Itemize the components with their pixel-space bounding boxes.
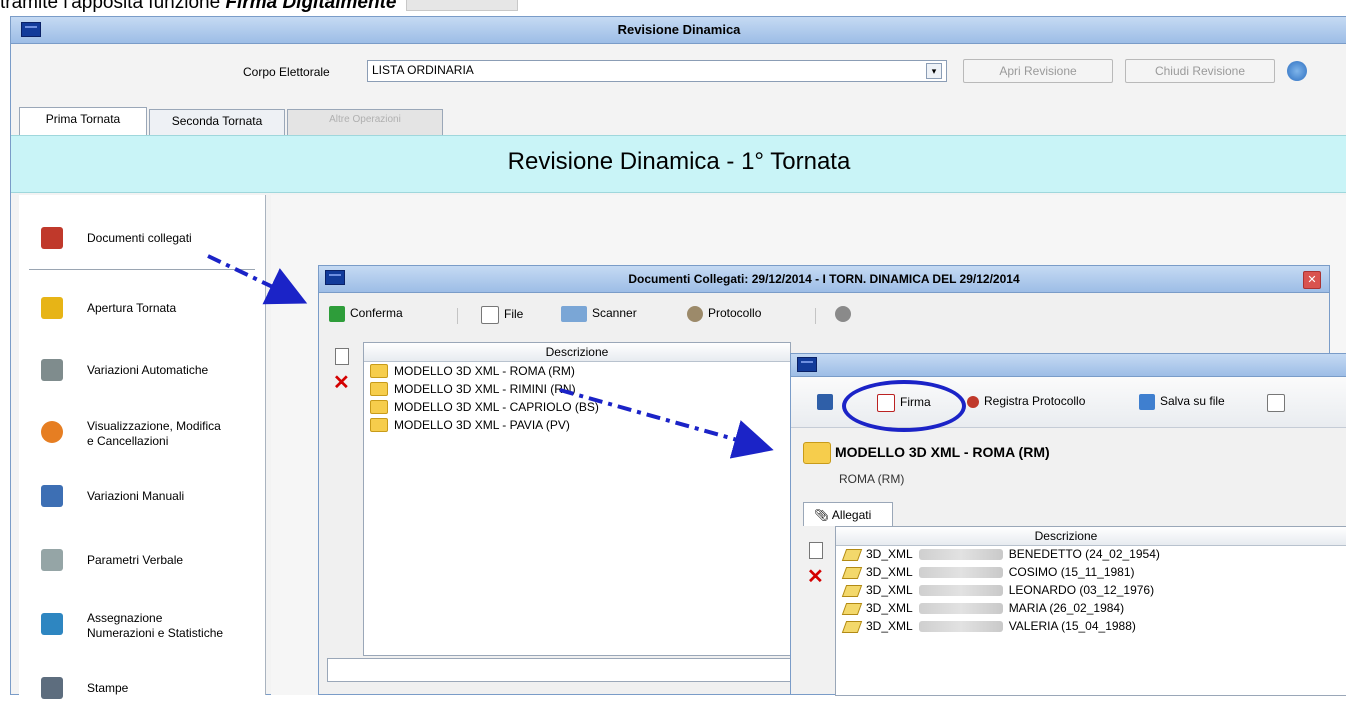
arrow-to-dettaglio [559,388,774,459]
arrow-to-documenti [207,254,308,305]
annotation-arrows [207,254,774,459]
